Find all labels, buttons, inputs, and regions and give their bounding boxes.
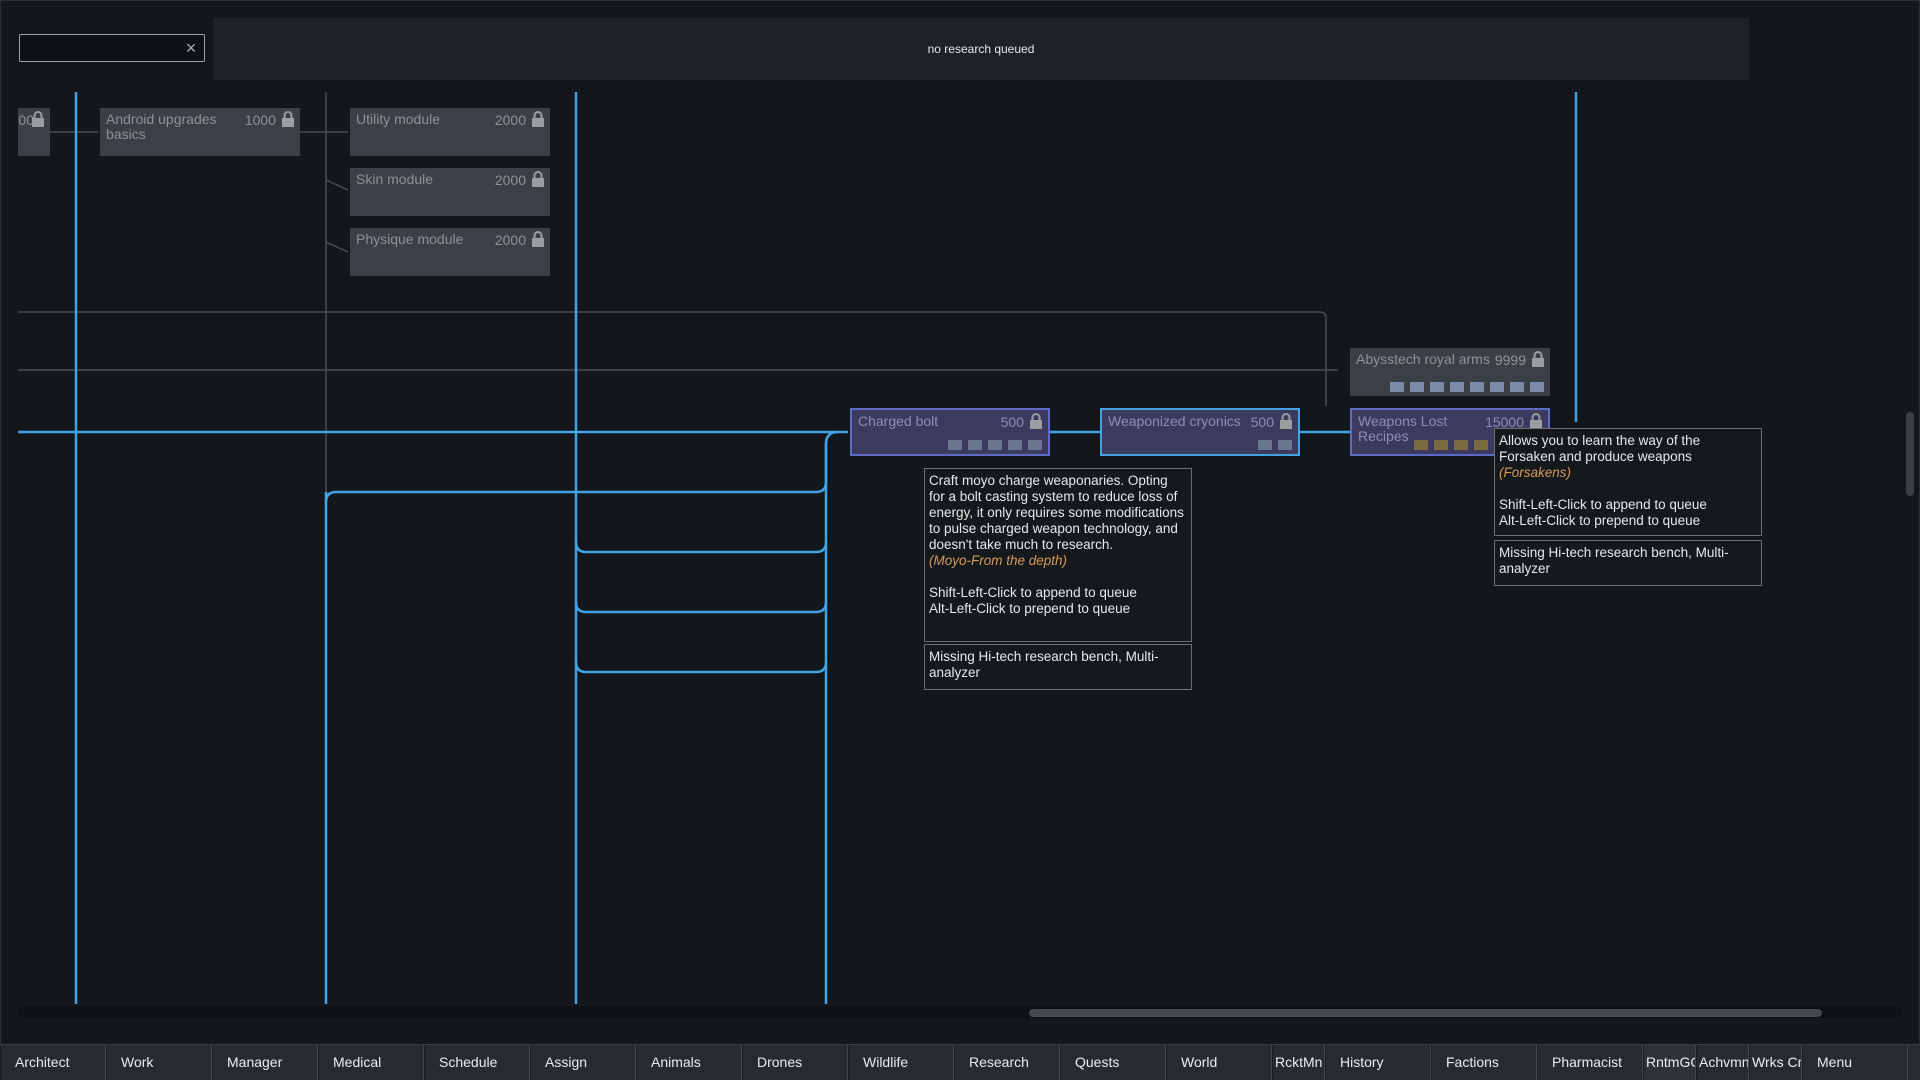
- search-input[interactable]: [24, 38, 178, 60]
- weapon-icon: [1510, 382, 1524, 392]
- lock-icon: [1532, 351, 1544, 367]
- lock-icon: [1530, 413, 1542, 429]
- research-node-android-upgrades[interactable]: Android upgrades basics 1000: [100, 108, 300, 156]
- tab-menu[interactable]: Menu: [1802, 1045, 1908, 1080]
- tooltip-append-hint: Shift-Left-Click to append to queue: [929, 585, 1137, 600]
- queue-status: no research queued: [927, 42, 1035, 56]
- tooltip-weapons-lost-missing: Missing Hi-tech research bench, Multi-an…: [1494, 540, 1762, 586]
- lock-icon: [32, 111, 44, 127]
- horizontal-scroll-thumb[interactable]: [1029, 1009, 1822, 1017]
- tab-factions[interactable]: Factions: [1431, 1045, 1537, 1080]
- unlock-icons: [1414, 440, 1488, 450]
- tab-world[interactable]: World: [1166, 1045, 1272, 1080]
- tab-achvmn[interactable]: Achvmn: [1696, 1045, 1749, 1080]
- tab-quests[interactable]: Quests: [1060, 1045, 1166, 1080]
- tab-drones[interactable]: Drones: [742, 1045, 848, 1080]
- tooltip-prepend-hint: Alt-Left-Click to prepend to queue: [1499, 513, 1701, 528]
- research-node-utility-module[interactable]: Utility module 2000: [350, 108, 550, 156]
- tooltip-description: Craft moyo charge weaponaries. Opting fo…: [929, 473, 1184, 552]
- weapon-icon: [1450, 382, 1464, 392]
- tab-rcktmn[interactable]: RcktMn: [1272, 1045, 1325, 1080]
- research-node-physique-module[interactable]: Physique module 2000: [350, 228, 550, 276]
- weapon-icon: [968, 440, 982, 450]
- search-field[interactable]: ×: [19, 34, 205, 62]
- tooltip-mod-source: (Forsakens): [1499, 465, 1572, 480]
- tab-medical[interactable]: Medical: [318, 1045, 424, 1080]
- weapon-icon: [988, 440, 1002, 450]
- lock-icon: [532, 231, 544, 247]
- weapon-icon: [1430, 382, 1444, 392]
- lock-icon: [1030, 413, 1042, 429]
- lock-icon: [1280, 413, 1292, 429]
- tab-research[interactable]: Research: [954, 1045, 1060, 1080]
- prereq-line: [574, 541, 828, 554]
- close-icon[interactable]: ×: [182, 38, 200, 58]
- weapon-icon: [1008, 440, 1022, 450]
- tooltip-charged-bolt-missing: Missing Hi-tech research bench, Multi-an…: [924, 644, 1192, 690]
- weapon-icon: [948, 440, 962, 450]
- weapon-icon: [1454, 440, 1468, 450]
- research-queue-bar: no research queued: [213, 18, 1749, 80]
- weapon-icon: [1028, 440, 1042, 450]
- weapon-icon: [1414, 440, 1428, 450]
- inactive-line: [1319, 311, 1327, 406]
- weapon-icon: [1410, 382, 1424, 392]
- vertical-scroll-thumb[interactable]: [1906, 412, 1914, 496]
- research-node-skin-module[interactable]: Skin module 2000: [350, 168, 550, 216]
- tab-schedule[interactable]: Schedule: [424, 1045, 530, 1080]
- tab-work[interactable]: Work: [106, 1045, 212, 1080]
- weapon-icon: [1258, 440, 1272, 450]
- unlock-icons: [1390, 382, 1544, 392]
- inactive-line: [325, 179, 349, 191]
- tab-assign[interactable]: Assign: [530, 1045, 636, 1080]
- lock-icon: [282, 111, 294, 127]
- tooltip-description: Allows you to learn the way of the Forsa…: [1499, 433, 1701, 464]
- tab-wildlife[interactable]: Wildlife: [848, 1045, 954, 1080]
- unlock-icons: [948, 440, 1042, 450]
- prereq-line: [324, 430, 839, 503]
- tooltip-append-hint: Shift-Left-Click to append to queue: [1499, 497, 1707, 512]
- unlock-icons: [1258, 440, 1292, 450]
- tooltip-prepend-hint: Alt-Left-Click to prepend to queue: [929, 601, 1131, 616]
- lock-icon: [532, 171, 544, 187]
- tab-pharmacist[interactable]: Pharmacist: [1537, 1045, 1643, 1080]
- main-tab-bar: Architect Work Manager Medical Schedule …: [0, 1044, 1920, 1080]
- tab-animals[interactable]: Animals: [636, 1045, 742, 1080]
- tooltip-missing: Missing Hi-tech research bench, Multi-an…: [929, 649, 1159, 680]
- tooltip-mod-source: (Moyo-From the depth): [929, 553, 1068, 568]
- tab-rntmgc[interactable]: RntmGC: [1643, 1045, 1696, 1080]
- tab-architect[interactable]: Architect: [0, 1045, 106, 1080]
- tab-wrks-cr[interactable]: Wrks Cr: [1749, 1045, 1802, 1080]
- tab-history[interactable]: History: [1325, 1045, 1431, 1080]
- weapon-icon: [1278, 440, 1292, 450]
- lock-icon: [532, 111, 544, 127]
- weapon-icon: [1530, 382, 1544, 392]
- research-node-partial[interactable]: 00: [18, 108, 50, 156]
- tooltip-weapons-lost: Allows you to learn the way of the Forsa…: [1494, 428, 1762, 536]
- research-node-charged-bolt[interactable]: Charged bolt 500: [850, 408, 1050, 456]
- tooltip-charged-bolt: Craft moyo charge weaponaries. Opting fo…: [924, 468, 1192, 642]
- research-node-weaponized-cryonics[interactable]: Weaponized cryonics 500: [1100, 408, 1300, 456]
- weapon-icon: [1470, 382, 1484, 392]
- research-node-abysstech-royal[interactable]: Abysstech royal arms 9999: [1350, 348, 1550, 396]
- tooltip-missing: Missing Hi-tech research bench, Multi-an…: [1499, 545, 1729, 576]
- inactive-line: [325, 241, 349, 253]
- prereq-line: [574, 601, 828, 614]
- weapon-icon: [1474, 440, 1488, 450]
- weapon-icon: [1390, 382, 1404, 392]
- prereq-line: [574, 661, 828, 674]
- weapon-icon: [1490, 382, 1504, 392]
- weapon-icon: [1434, 440, 1448, 450]
- tab-manager[interactable]: Manager: [212, 1045, 318, 1080]
